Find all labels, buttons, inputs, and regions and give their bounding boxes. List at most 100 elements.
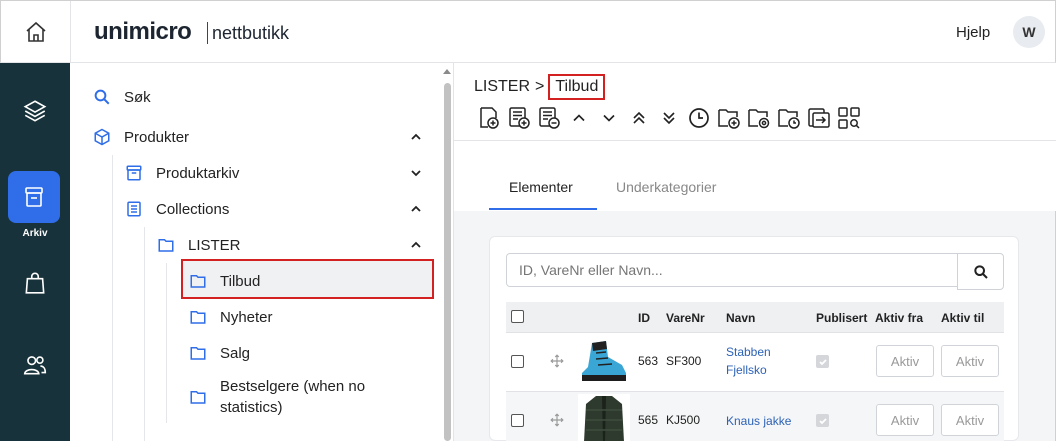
- drag-handle-icon[interactable]: [550, 354, 564, 368]
- drag-handle-icon[interactable]: [550, 413, 564, 427]
- check-icon: [818, 358, 827, 365]
- select-all-checkbox[interactable]: [511, 310, 524, 323]
- folder-clock-icon: [778, 109, 800, 129]
- move-up-button[interactable]: [566, 105, 592, 131]
- move-top-button[interactable]: [626, 105, 652, 131]
- breadcrumb-separator: >: [535, 78, 545, 95]
- rail-item-archive[interactable]: [8, 171, 60, 223]
- remove-list-button[interactable]: [536, 105, 562, 131]
- column-header-navn[interactable]: Navn: [726, 311, 755, 325]
- folder-add-icon: [718, 109, 740, 129]
- search-input[interactable]: [506, 253, 958, 287]
- archive-box-icon: [25, 187, 43, 207]
- history-button[interactable]: [686, 105, 712, 131]
- tabs-bar: Elementer Underkategorier: [454, 141, 1056, 211]
- move-bottom-button[interactable]: [656, 105, 682, 131]
- double-chevron-down-icon: [663, 112, 675, 125]
- rail-item-shop[interactable]: [0, 253, 70, 313]
- archive-box-icon: [126, 165, 142, 181]
- row-varenr: KJ500: [666, 413, 701, 427]
- row-navn-line: Fjellsko: [726, 363, 767, 377]
- tree-scrollbar[interactable]: [444, 83, 451, 441]
- logo-subtitle: nettbutikk: [212, 23, 290, 43]
- tab-elementer[interactable]: Elementer: [509, 179, 573, 195]
- list-icon: [127, 201, 141, 217]
- grid-header: ID VareNr Navn Publisert Aktiv fra Aktiv…: [506, 302, 1004, 332]
- table-row[interactable]: 565 KJ500 Knaus jakke Aktiv Aktiv: [506, 391, 1004, 441]
- tree-item-label: statistics): [220, 399, 283, 416]
- folder-icon: [190, 311, 206, 324]
- tree-item-label: Søk: [124, 88, 151, 106]
- row-navn-link[interactable]: Knaus jakke: [726, 412, 791, 430]
- search-icon: [973, 264, 988, 279]
- check-icon: [818, 417, 827, 424]
- logo: unimicro: [94, 18, 192, 45]
- add-list-button[interactable]: [506, 105, 532, 131]
- help-link[interactable]: Hjelp: [956, 24, 990, 41]
- tree-item-bestselgere[interactable]: Bestselgere (when no statistics): [188, 375, 365, 419]
- tree-item-label: Nyheter: [220, 308, 273, 326]
- chevron-down-icon: [603, 114, 615, 122]
- chevron-up-icon[interactable]: [409, 130, 423, 144]
- tree-item-label: Produkter: [124, 128, 190, 146]
- chevron-up-icon[interactable]: [409, 238, 423, 252]
- aktiv-til-input[interactable]: Aktiv: [941, 404, 999, 436]
- add-folder-button[interactable]: [716, 105, 742, 131]
- add-document-icon: [480, 107, 499, 129]
- new-document-button[interactable]: [476, 105, 502, 131]
- top-bar: unimicro nettbutikk Hjelp W: [0, 0, 1056, 63]
- breadcrumb-parent[interactable]: LISTER: [474, 78, 530, 96]
- chevron-down-icon[interactable]: [409, 166, 423, 180]
- row-checkbox[interactable]: [511, 355, 524, 368]
- tree-item-salg[interactable]: Salg: [188, 335, 250, 371]
- search-icon: [94, 89, 110, 105]
- scroll-up-arrow[interactable]: [443, 69, 451, 74]
- tree-item-lister[interactable]: LISTER: [156, 227, 241, 263]
- tree-item-label: Bestselgere (when no: [220, 378, 366, 395]
- row-checkbox[interactable]: [511, 414, 524, 427]
- rail-item-layers[interactable]: [0, 81, 70, 141]
- folder-icon: [158, 239, 174, 252]
- qr-search-button[interactable]: [836, 105, 862, 131]
- breadcrumb-current: Tilbud: [548, 74, 606, 100]
- navigation-tree: Søk Produkter Produktarkiv Collections L…: [70, 63, 454, 441]
- cube-icon: [94, 128, 110, 146]
- chevron-up-icon[interactable]: [409, 202, 423, 216]
- tree-item-produkter[interactable]: Produkter: [92, 119, 189, 155]
- move-to-button[interactable]: [806, 105, 832, 131]
- home-button[interactable]: [1, 1, 71, 63]
- layers-icon: [23, 100, 47, 122]
- table-row[interactable]: 563 SF300 Stabben Fjellsko Aktiv Aktiv: [506, 332, 1004, 390]
- tree-item-label: LISTER: [188, 236, 241, 254]
- row-varenr: SF300: [666, 354, 702, 368]
- tree-item-nyheter[interactable]: Nyheter: [188, 299, 273, 335]
- tab-underkategorier[interactable]: Underkategorier: [616, 179, 716, 195]
- folder-schedule-button[interactable]: [776, 105, 802, 131]
- column-header-id[interactable]: ID: [638, 311, 650, 325]
- aktiv-til-input[interactable]: Aktiv: [941, 345, 999, 377]
- move-down-button[interactable]: [596, 105, 622, 131]
- column-header-aktiv-fra[interactable]: Aktiv fra: [875, 311, 923, 325]
- tree-item-collections[interactable]: Collections: [124, 191, 229, 227]
- user-avatar[interactable]: W: [1013, 16, 1045, 48]
- tree-item-search[interactable]: Søk: [92, 79, 151, 115]
- tree-item-tilbud[interactable]: Tilbud: [188, 263, 260, 299]
- tree-item-label: Produktarkiv: [156, 164, 240, 182]
- column-header-varenr[interactable]: VareNr: [666, 311, 705, 325]
- tree-item-produktarkiv[interactable]: Produktarkiv: [124, 155, 239, 191]
- tree-guide-line: [112, 155, 113, 441]
- row-id: 565: [638, 413, 659, 427]
- logo-divider: [207, 22, 208, 44]
- column-header-aktiv-til[interactable]: Aktiv til: [941, 311, 984, 325]
- column-header-publisert[interactable]: Publisert: [816, 311, 867, 325]
- row-id: 563: [638, 354, 659, 368]
- rail-label-archive: Arkiv: [22, 228, 48, 239]
- folder-settings-button[interactable]: [746, 105, 772, 131]
- aktiv-fra-input[interactable]: Aktiv: [876, 345, 934, 377]
- search-button[interactable]: [957, 253, 1004, 290]
- move-icon: [808, 108, 830, 128]
- rail-item-users[interactable]: [0, 335, 70, 395]
- row-navn-link[interactable]: Stabben Fjellsko: [726, 343, 771, 379]
- product-image-jacket: [578, 394, 630, 441]
- aktiv-fra-input[interactable]: Aktiv: [876, 404, 934, 436]
